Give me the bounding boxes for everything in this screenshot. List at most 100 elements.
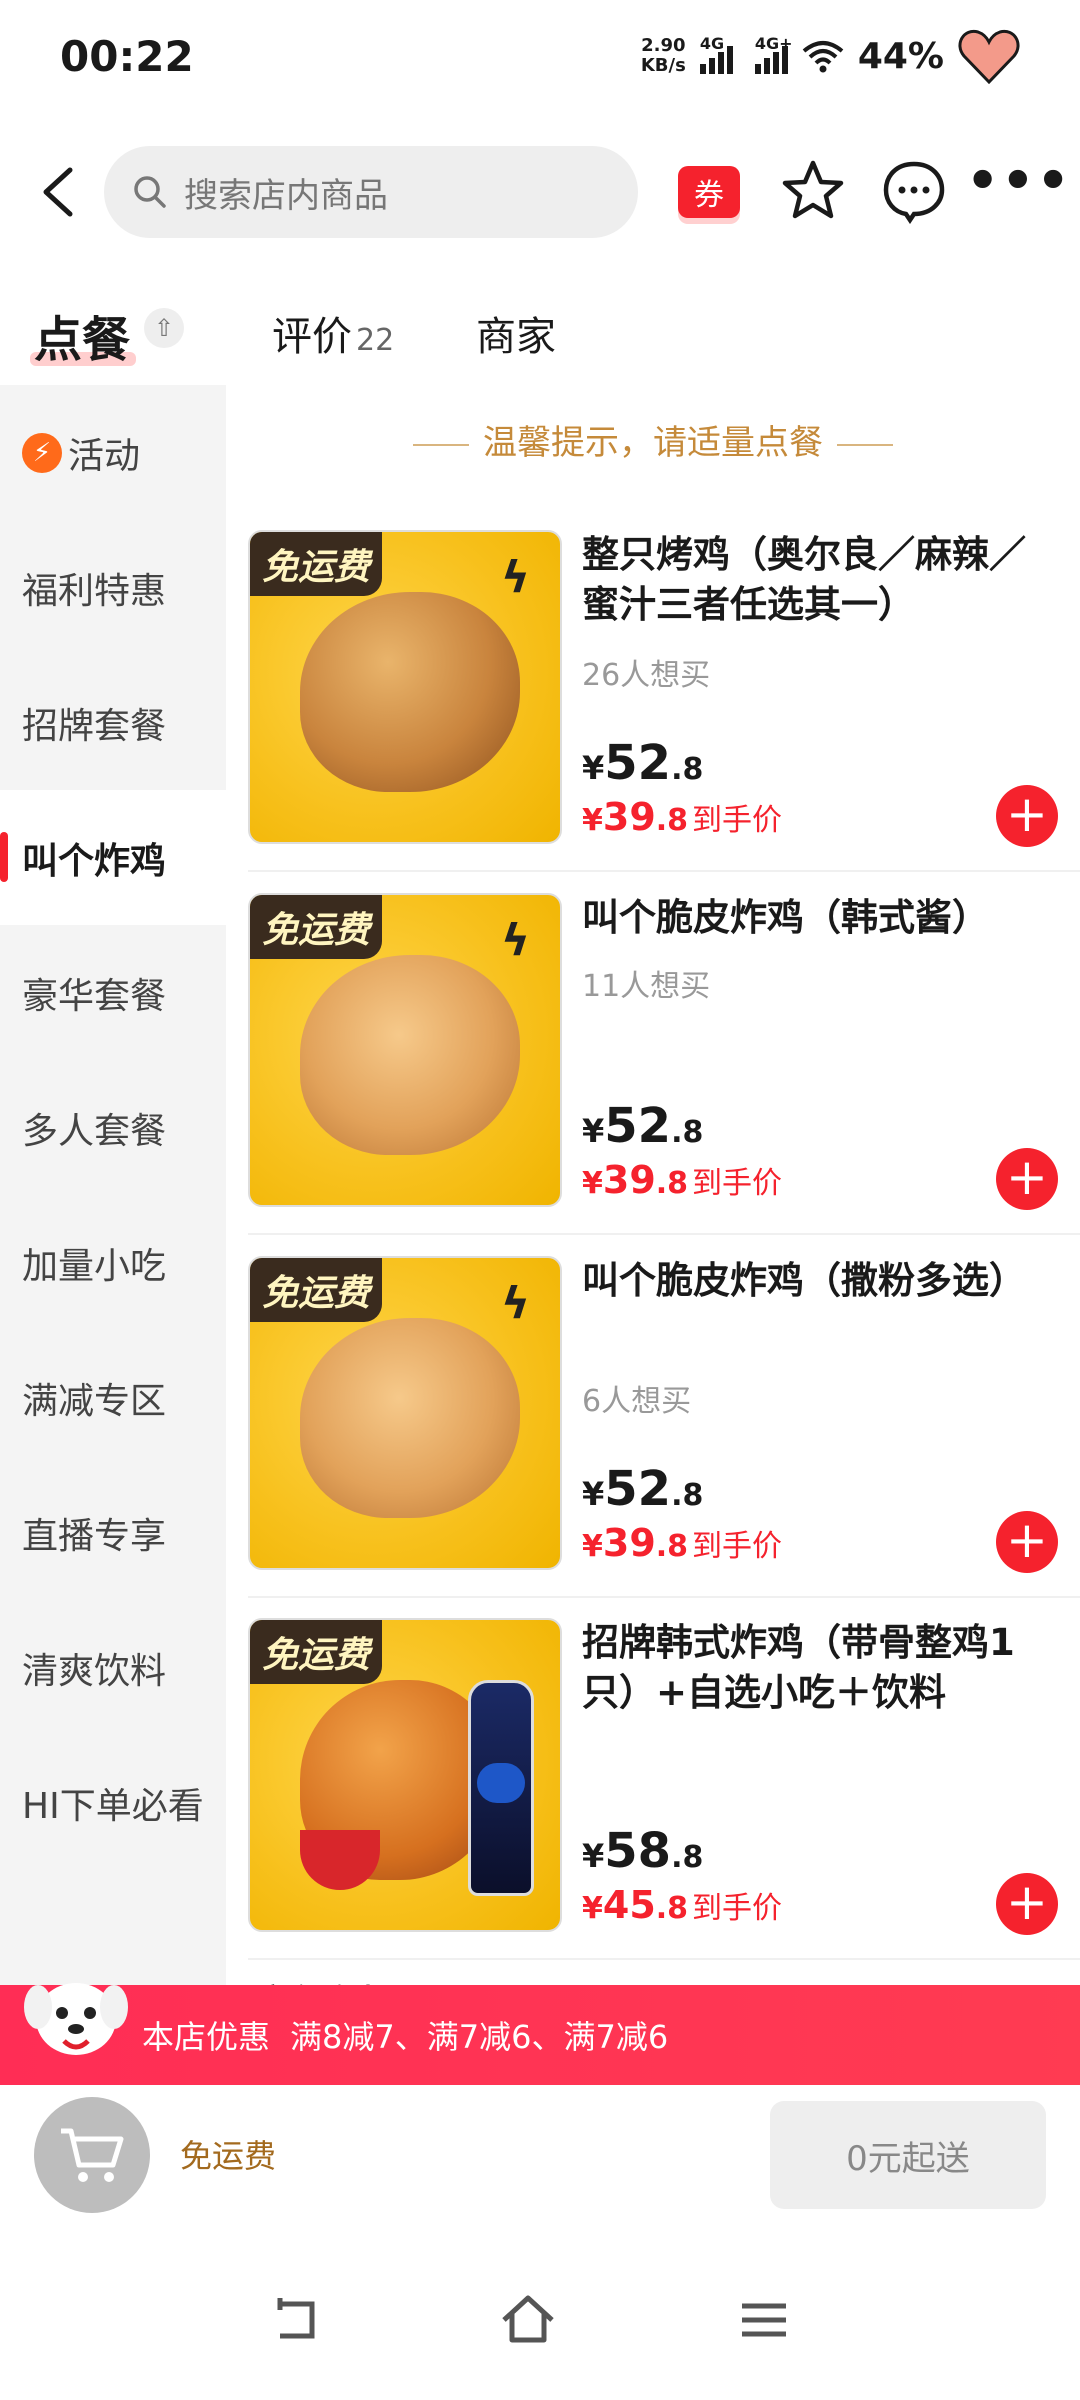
product-price: ¥52.8 bbox=[582, 1461, 703, 1517]
product-want-count: 26人想买 bbox=[582, 658, 711, 693]
price-decimal: .8 bbox=[671, 1478, 704, 1513]
product-card[interactable]: ϟ 免运费 叫个脆皮炸鸡（韩式酱） 11人想买 ¥52.8 ¥39.8 到手价 + bbox=[248, 893, 1080, 1235]
free-shipping-badge: 免运费 bbox=[250, 1258, 383, 1322]
price-decimal: .8 bbox=[671, 752, 704, 787]
signal-4g-plus-icon: 4G+ bbox=[754, 34, 793, 74]
fried-chicken-image bbox=[300, 1318, 520, 1518]
deal-decimal: .8 bbox=[655, 803, 689, 838]
burst-icon: ϟ bbox=[500, 1278, 530, 1329]
currency-symbol: ¥ bbox=[582, 749, 605, 787]
sidebar-item-snacks[interactable]: 加量小吃 bbox=[0, 1195, 226, 1330]
deal-label: 到手价 bbox=[692, 1529, 783, 1564]
price-decimal: .8 bbox=[671, 1115, 704, 1150]
sidebar-item-drinks[interactable]: 清爽饮料 bbox=[0, 1600, 226, 1735]
speed-unit: KB/s bbox=[640, 55, 686, 76]
system-navigation-bar bbox=[0, 2260, 1080, 2400]
collapse-header-icon[interactable]: ⇧ bbox=[144, 308, 184, 348]
product-name: 叫个脆皮炸鸡（撒粉多选） bbox=[582, 1259, 1026, 1302]
sidebar-item-fried-chicken[interactable]: 叫个炸鸡 bbox=[0, 790, 226, 925]
product-deal-price: ¥39.8 到手价 bbox=[582, 795, 782, 839]
product-deal-price: ¥39.8 到手价 bbox=[582, 1158, 782, 1202]
speed-value: 2.90 bbox=[641, 35, 686, 56]
product-want-count: 11人想买 bbox=[582, 969, 711, 1004]
currency-symbol: ¥ bbox=[582, 1112, 605, 1150]
sidebar-item-label: 活动 bbox=[68, 435, 141, 477]
search-icon bbox=[134, 176, 166, 208]
price-integer: 52 bbox=[604, 1461, 672, 1517]
product-price: ¥52.8 bbox=[582, 735, 703, 791]
back-arrow-icon[interactable] bbox=[30, 162, 90, 222]
sidebar-item-live[interactable]: 直播专享 bbox=[0, 1465, 226, 1600]
deal-decimal: .8 bbox=[655, 1891, 689, 1926]
system-back-icon[interactable] bbox=[266, 2290, 326, 2350]
status-bar: 00:22 2.90 KB/s 4G 4G+ 44% bbox=[0, 0, 1080, 120]
status-indicators: 2.90 KB/s 4G 4G+ 44% bbox=[641, 28, 1020, 84]
store-discount-banner[interactable]: 本店优惠 满8减7、满7减6、满7减6 bbox=[0, 1983, 1080, 2085]
free-shipping-badge: 免运费 bbox=[250, 532, 383, 596]
add-to-cart-button[interactable]: + bbox=[996, 1148, 1058, 1210]
shopping-cart-icon bbox=[61, 2128, 124, 2182]
currency-symbol: ¥ bbox=[582, 1529, 603, 1564]
burst-icon: ϟ bbox=[500, 552, 530, 603]
add-to-cart-button[interactable]: + bbox=[996, 785, 1058, 847]
product-card[interactable]: 免运费 招牌韩式炸鸡（带骨整鸡1只）+自选小吃＋饮料 ¥58.8 ¥45.8 到手… bbox=[248, 1618, 1080, 1960]
signal-4g-plus-label: 4G+ bbox=[754, 34, 793, 53]
mascot-dog-icon bbox=[24, 1983, 128, 2055]
add-to-cart-button[interactable]: + bbox=[996, 1511, 1058, 1573]
sidebar-item-notice[interactable]: HI下单必看 bbox=[0, 1735, 226, 1870]
price-decimal: .8 bbox=[671, 1840, 704, 1875]
product-card[interactable]: ϟ 免运费 整只烤鸡（奥尔良／麻辣／蜜汁三者任选其一） 26人想买 ¥52.8 … bbox=[248, 530, 1080, 872]
system-home-icon[interactable] bbox=[498, 2290, 558, 2350]
sidebar-item-welfare[interactable]: 福利特惠 bbox=[0, 520, 226, 655]
product-image[interactable]: 免运费 bbox=[248, 1618, 562, 1932]
tab-merchant[interactable]: 商家 bbox=[476, 304, 556, 362]
customer-service-icon[interactable] bbox=[880, 158, 948, 224]
coupon-button[interactable]: 券 bbox=[678, 166, 740, 218]
sidebar-item-activity[interactable]: ⚡ 活动 bbox=[0, 385, 226, 520]
banner-offers: 满8减7、满7减6、满7减6 bbox=[290, 2018, 669, 2056]
tab-review-count: 22 bbox=[356, 323, 395, 358]
category-sidebar: ⚡ 活动 福利特惠 招牌套餐 叫个炸鸡 豪华套餐 多人套餐 加量小吃 满减专区 … bbox=[0, 385, 226, 1985]
hint-divider bbox=[837, 443, 893, 446]
deal-label: 到手价 bbox=[692, 1891, 783, 1926]
banner-text: 本店优惠 满8减7、满7减6、满7减6 bbox=[142, 2012, 668, 2058]
heart-icon bbox=[958, 29, 1020, 84]
more-options-icon[interactable]: ••• bbox=[966, 155, 1070, 216]
sidebar-item-discount[interactable]: 满减专区 bbox=[0, 1330, 226, 1465]
checkout-button[interactable]: 0元起送 bbox=[770, 2101, 1046, 2209]
deal-decimal: .8 bbox=[655, 1529, 689, 1564]
fries-image bbox=[300, 1830, 380, 1890]
sidebar-item-deluxe[interactable]: 豪华套餐 bbox=[0, 925, 226, 1060]
free-shipping-badge: 免运费 bbox=[250, 1620, 383, 1684]
tab-review-label: 评价 bbox=[272, 314, 352, 360]
deal-integer: 39 bbox=[602, 795, 656, 839]
soda-bottle-image bbox=[468, 1680, 534, 1896]
product-image[interactable]: ϟ 免运费 bbox=[248, 893, 562, 1207]
currency-symbol: ¥ bbox=[582, 803, 603, 838]
sidebar-item-group[interactable]: 多人套餐 bbox=[0, 1060, 226, 1195]
free-shipping-badge: 免运费 bbox=[250, 895, 383, 959]
deal-integer: 39 bbox=[602, 1158, 656, 1202]
deal-decimal: .8 bbox=[655, 1166, 689, 1201]
currency-symbol: ¥ bbox=[582, 1837, 605, 1875]
product-image[interactable]: ϟ 免运费 bbox=[248, 530, 562, 844]
currency-symbol: ¥ bbox=[582, 1475, 605, 1513]
tab-order[interactable]: 点餐 bbox=[29, 300, 137, 370]
tab-review[interactable]: 评价 22 bbox=[272, 304, 394, 362]
deal-label: 到手价 bbox=[692, 1166, 783, 1201]
cart-button[interactable] bbox=[34, 2097, 150, 2213]
search-input[interactable]: 搜索店内商品 bbox=[104, 146, 638, 238]
signal-4g-label: 4G bbox=[699, 34, 725, 53]
price-integer: 52 bbox=[604, 1098, 672, 1154]
search-placeholder: 搜索店内商品 bbox=[184, 175, 388, 216]
product-name: 招牌韩式炸鸡（带骨整鸡1只）+自选小吃＋饮料 bbox=[582, 1621, 1015, 1714]
product-card[interactable]: ϟ 免运费 叫个脆皮炸鸡（撒粉多选） 6人想买 ¥52.8 ¥39.8 到手价 + bbox=[248, 1256, 1080, 1598]
add-to-cart-button[interactable]: + bbox=[996, 1873, 1058, 1935]
roast-chicken-image bbox=[300, 592, 520, 792]
product-name: 整只烤鸡（奥尔良／麻辣／蜜汁三者任选其一） bbox=[582, 533, 1026, 626]
system-menu-icon[interactable] bbox=[734, 2290, 794, 2350]
favorite-star-icon[interactable] bbox=[780, 158, 846, 224]
order-hint: 温馨提示，请适量点餐 bbox=[226, 415, 1080, 464]
product-image[interactable]: ϟ 免运费 bbox=[248, 1256, 562, 1570]
sidebar-item-signature[interactable]: 招牌套餐 bbox=[0, 655, 226, 790]
